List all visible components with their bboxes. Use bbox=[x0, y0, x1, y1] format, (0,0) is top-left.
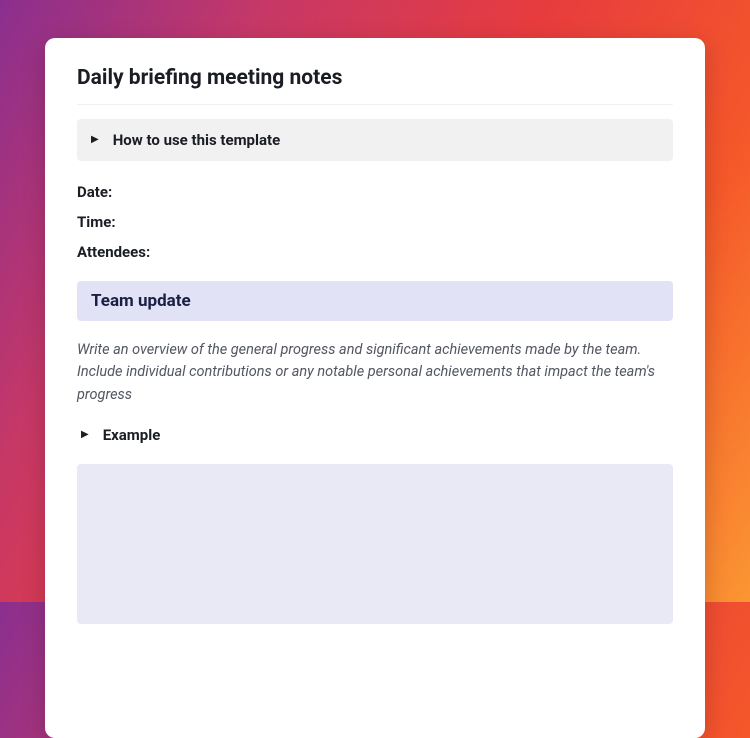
triangle-right-icon: ▶ bbox=[91, 135, 99, 145]
example-toggle[interactable]: ▶ Example bbox=[77, 424, 673, 446]
attendees-label[interactable]: Attendees: bbox=[77, 243, 673, 261]
document-card: Daily briefing meeting notes ▶ How to us… bbox=[45, 38, 705, 738]
date-label[interactable]: Date: bbox=[77, 183, 673, 201]
team-update-textarea[interactable] bbox=[77, 464, 673, 624]
time-label[interactable]: Time: bbox=[77, 213, 673, 231]
team-update-header: Team update bbox=[77, 281, 673, 321]
team-update-description: Write an overview of the general progres… bbox=[77, 339, 673, 406]
how-to-label: How to use this template bbox=[113, 131, 280, 149]
triangle-right-icon: ▶ bbox=[81, 430, 89, 440]
example-label: Example bbox=[103, 426, 161, 444]
how-to-toggle[interactable]: ▶ How to use this template bbox=[77, 119, 673, 161]
meta-block: Date: Time: Attendees: bbox=[77, 183, 673, 261]
team-update-title: Team update bbox=[91, 291, 659, 311]
page-title: Daily briefing meeting notes bbox=[77, 66, 673, 105]
